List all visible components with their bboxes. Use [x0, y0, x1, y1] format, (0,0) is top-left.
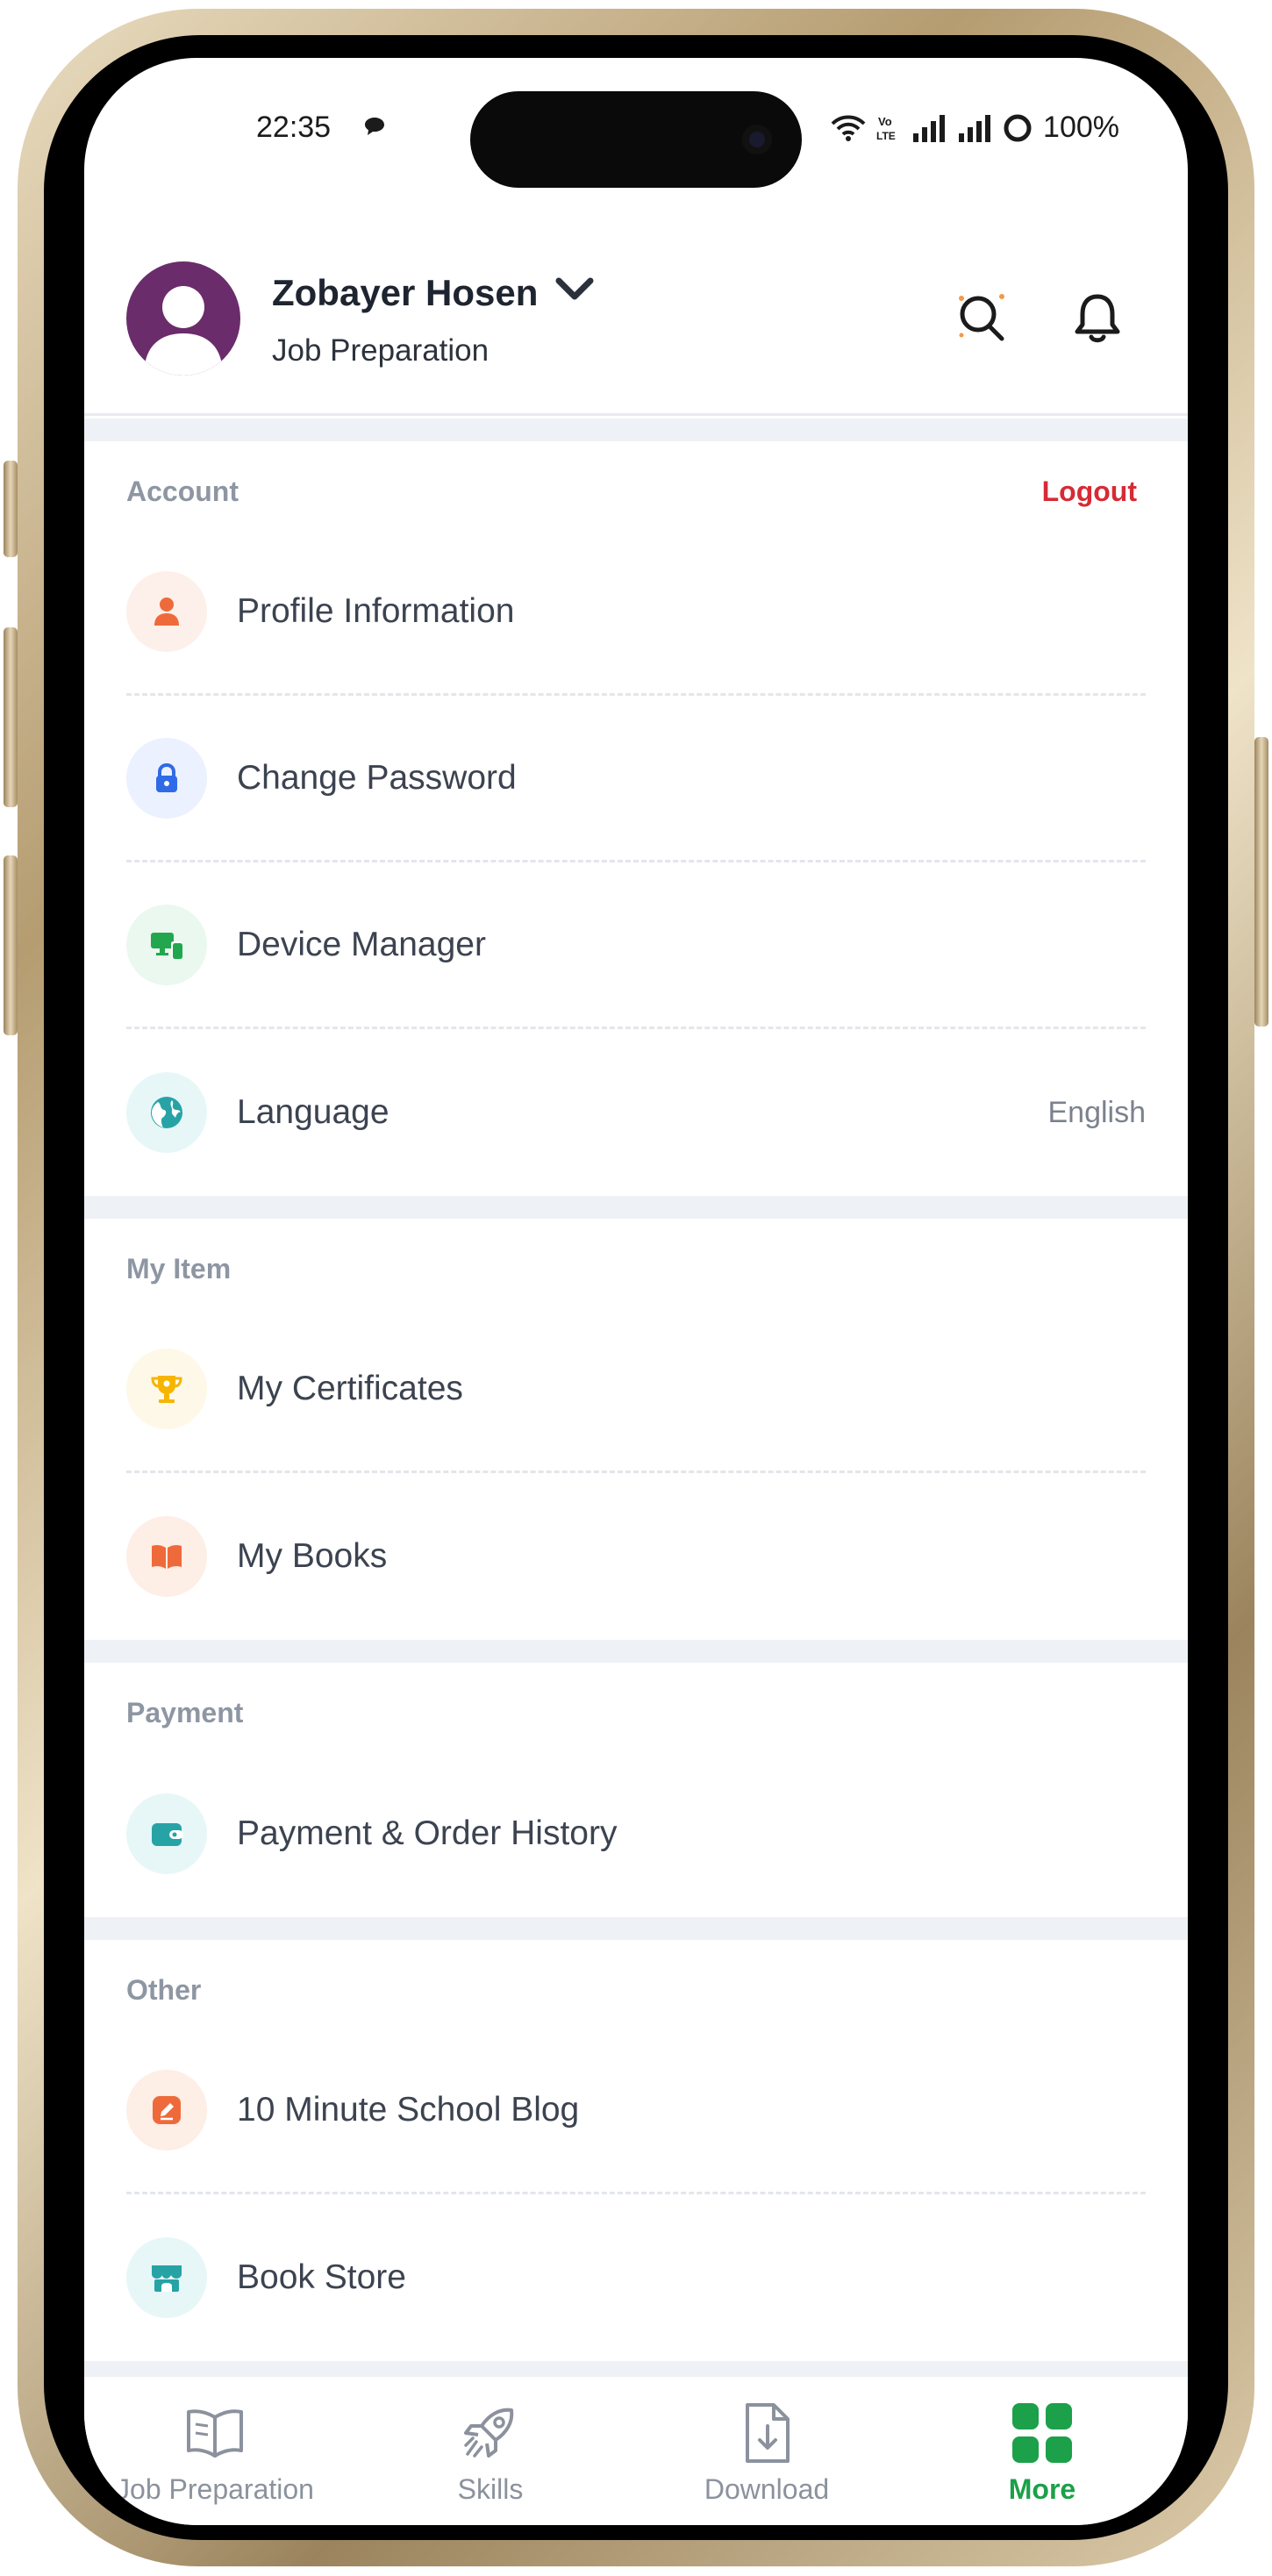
- wifi-icon: [831, 115, 866, 141]
- status-icons: Vo LTE 100%: [831, 111, 1119, 145]
- nav-skills[interactable]: Skills: [359, 2377, 622, 2525]
- front-camera: [742, 125, 772, 154]
- menu-item-payment-order-history[interactable]: Payment & Order History: [126, 1750, 1146, 1917]
- language-value: English: [1047, 1095, 1146, 1129]
- default-user-silhouette-icon: [144, 286, 223, 376]
- rocket-icon: [464, 2408, 514, 2458]
- bell-icon[interactable]: [1067, 288, 1128, 349]
- payment-section: Payment Payment & Order History: [84, 1663, 1188, 1917]
- message-notification-icon: [365, 118, 384, 135]
- menu-item-my-books[interactable]: My Books: [126, 1473, 1146, 1640]
- globe-icon: [126, 1072, 207, 1153]
- menu-item-label: Language: [237, 1093, 389, 1131]
- user-icon: [126, 570, 207, 652]
- power-button: [1254, 737, 1268, 1027]
- user-goal-subtitle[interactable]: Job Preparation: [272, 333, 489, 369]
- open-book-icon: [187, 2409, 243, 2458]
- volume-down-button: [4, 855, 18, 1035]
- profile-header: Zobayer Hosen Job Preparation: [84, 198, 1188, 416]
- section-title: Payment: [126, 1696, 244, 1728]
- mute-switch: [4, 461, 18, 557]
- edit-icon: [126, 2069, 207, 2150]
- section-divider: [84, 1196, 1188, 1219]
- account-section-header: Account Logout: [126, 441, 1146, 529]
- menu-item-label: Payment & Order History: [237, 1814, 618, 1852]
- volume-up-button: [4, 627, 18, 807]
- lock-icon: [126, 737, 207, 819]
- svg-text:Vo: Vo: [878, 115, 892, 128]
- trophy-icon: [126, 1348, 207, 1429]
- svg-text:LTE: LTE: [876, 130, 896, 142]
- signal-strength-1-icon: [913, 114, 946, 142]
- nav-label: Skills: [457, 2473, 524, 2505]
- section-title: My Item: [126, 1252, 232, 1284]
- app-screen: 22:35 Vo LTE 100% Zobayer Hosen Job Prep…: [84, 58, 1188, 2525]
- settings-content: Account Logout Profile Information Chang…: [84, 419, 1188, 2384]
- devices-icon: [126, 904, 207, 985]
- menu-item-profile-information[interactable]: Profile Information: [126, 529, 1146, 696]
- payment-section-header: Payment: [126, 1663, 1146, 1750]
- book-icon: [126, 1516, 207, 1597]
- my-item-section: My Item My Certificates My Books: [84, 1219, 1188, 1640]
- search-icon[interactable]: [951, 286, 1012, 347]
- menu-item-label: Device Manager: [237, 925, 486, 963]
- section-divider: [84, 1917, 1188, 1940]
- nav-more[interactable]: More: [911, 2377, 1174, 2525]
- nav-label: Download: [704, 2473, 830, 2505]
- battery-percentage: 100%: [1043, 111, 1119, 144]
- battery-ring-icon: [1004, 114, 1032, 141]
- nav-label: Job Preparation: [116, 2473, 314, 2505]
- logout-button[interactable]: Logout: [1042, 476, 1137, 508]
- menu-item-label: Change Password: [237, 758, 517, 797]
- download-file-icon: [746, 2403, 790, 2463]
- section-title: Account: [126, 475, 239, 507]
- section-divider: [84, 1640, 1188, 1663]
- other-section-header: Other: [126, 1940, 1146, 2028]
- avatar[interactable]: [126, 261, 240, 376]
- section-title: Other: [126, 1973, 202, 2006]
- nav-download[interactable]: Download: [635, 2377, 898, 2525]
- menu-item-my-certificates[interactable]: My Certificates: [126, 1306, 1146, 1473]
- menu-item-device-manager[interactable]: Device Manager: [126, 862, 1146, 1029]
- menu-item-label: Profile Information: [237, 591, 515, 630]
- dynamic-island: [470, 91, 802, 188]
- user-name[interactable]: Zobayer Hosen: [272, 272, 538, 314]
- nav-label: More: [1008, 2473, 1076, 2505]
- menu-item-10-minute-school-blog[interactable]: 10 Minute School Blog: [126, 2028, 1146, 2194]
- chevron-down-icon[interactable]: [554, 272, 596, 307]
- menu-item-label: Book Store: [237, 2258, 406, 2296]
- other-section: Other 10 Minute School Blog Book Store: [84, 1940, 1188, 2361]
- my-item-section-header: My Item: [126, 1219, 1146, 1306]
- signal-strength-2-icon: [959, 114, 991, 142]
- grid-icon: [1012, 2403, 1072, 2463]
- bottom-navigation: Job Preparation Skills Download More: [84, 2374, 1188, 2525]
- menu-item-label: 10 Minute School Blog: [237, 2090, 580, 2129]
- device-stage: 22:35 Vo LTE 100% Zobayer Hosen Job Prep…: [0, 0, 1272, 2576]
- volte-icon: Vo LTE: [876, 115, 896, 142]
- status-bar: 22:35 Vo LTE 100%: [84, 58, 1188, 198]
- section-divider: [84, 419, 1188, 441]
- wallet-icon: [126, 1793, 207, 1874]
- menu-item-change-password[interactable]: Change Password: [126, 696, 1146, 862]
- menu-item-book-store[interactable]: Book Store: [126, 2194, 1146, 2361]
- menu-item-label: My Books: [237, 1537, 388, 1575]
- nav-job-preparation[interactable]: Job Preparation: [84, 2377, 347, 2525]
- store-icon: [126, 2237, 207, 2318]
- menu-item-language[interactable]: Language English: [126, 1029, 1146, 1196]
- status-time: 22:35: [256, 111, 332, 144]
- menu-item-label: My Certificates: [237, 1369, 463, 1407]
- account-section: Account Logout Profile Information Chang…: [84, 441, 1188, 1196]
